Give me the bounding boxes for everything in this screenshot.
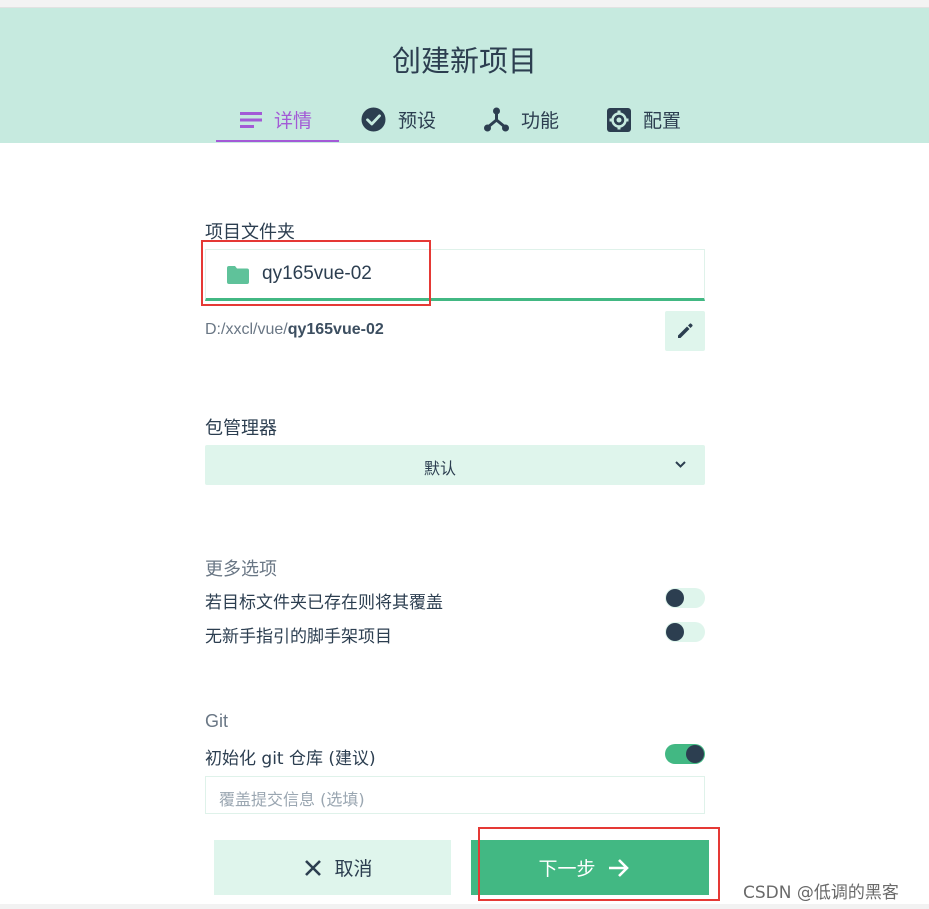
project-path: D:/xxcl/vue/qy165vue-02 <box>205 321 384 339</box>
tab-config[interactable]: 配置 <box>607 96 681 143</box>
toggle-knob <box>666 623 684 641</box>
highlight-box-folder <box>201 240 431 306</box>
highlight-box-next <box>478 827 720 901</box>
active-tab-indicator <box>216 140 339 142</box>
cancel-button[interactable]: 取消 <box>214 840 451 895</box>
git-label: Git <box>205 711 229 731</box>
tab-presets-label: 预设 <box>398 110 437 132</box>
package-manager-label: 包管理器 <box>205 418 277 439</box>
tab-features[interactable]: 功能 <box>484 96 559 143</box>
commit-message-input[interactable]: 覆盖提交信息 (选填) <box>205 776 705 814</box>
feature-tree-icon <box>484 107 509 132</box>
toggle-knob <box>686 745 704 763</box>
toggle-knob <box>666 589 684 607</box>
check-circle-icon <box>361 107 386 132</box>
no-guide-option-label: 无新手指引的脚手架项目 <box>205 627 392 647</box>
overwrite-option-label: 若目标文件夹已存在则将其覆盖 <box>205 593 443 613</box>
browser-top-edge <box>0 0 929 8</box>
chevron-down-icon <box>675 461 686 468</box>
close-icon <box>305 859 322 876</box>
tab-config-label: 配置 <box>643 110 682 132</box>
path-prefix: D:/xxcl/vue/ <box>205 321 288 338</box>
cancel-button-label: 取消 <box>334 858 373 880</box>
gear-icon <box>607 107 631 132</box>
git-init-toggle[interactable] <box>665 744 705 764</box>
edit-path-button[interactable] <box>665 311 705 351</box>
no-guide-toggle[interactable] <box>665 622 705 642</box>
watermark: CSDN @低调的黑客 <box>743 883 899 903</box>
list-icon <box>240 111 262 128</box>
package-manager-value: 默认 <box>423 459 456 478</box>
tab-presets[interactable]: 预设 <box>361 96 436 143</box>
bottom-edge <box>0 904 929 909</box>
overwrite-toggle[interactable] <box>665 588 705 608</box>
more-options-label: 更多选项 <box>205 559 277 580</box>
commit-message-placeholder: 覆盖提交信息 (选填) <box>219 790 365 809</box>
tab-features-label: 功能 <box>521 110 560 132</box>
pencil-icon <box>678 323 693 338</box>
page-title: 创建新项目 <box>391 44 537 78</box>
tab-details-label: 详情 <box>274 110 313 132</box>
path-folder-name: qy165vue-02 <box>287 321 384 338</box>
page-header: 创建新项目 详情 预设 功能 配置 <box>0 8 929 143</box>
package-manager-select[interactable]: 默认 <box>205 445 705 485</box>
git-init-label: 初始化 git 仓库 (建议) <box>205 749 376 769</box>
tab-details[interactable]: 详情 <box>240 96 312 143</box>
